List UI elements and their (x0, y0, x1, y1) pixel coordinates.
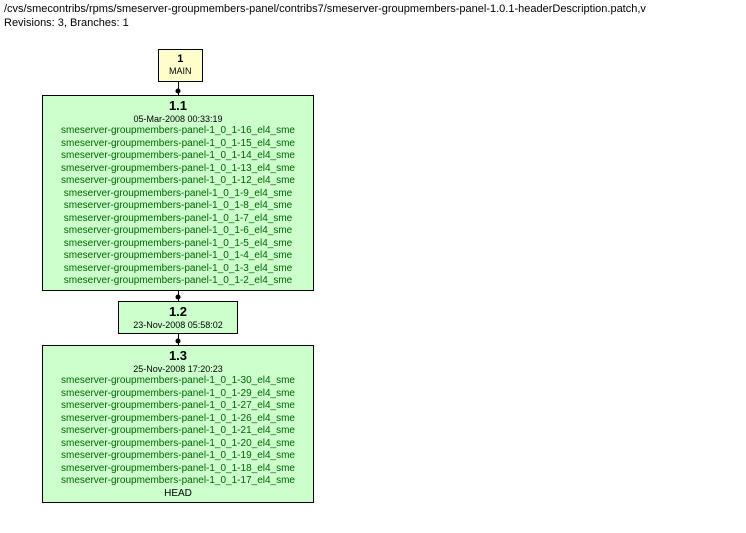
revision-tag: smeserver-groupmembers-panel-1_0_1-26_el… (49, 413, 307, 426)
revision-date: 05-Mar-2008 00:33:19 (49, 114, 307, 125)
revision-tag: smeserver-groupmembers-panel-1_0_1-5_el4… (49, 238, 307, 251)
file-path: /cvs/smecontribs/rpms/smeserver-groupmem… (4, 2, 742, 16)
revision-id: 1.2 (125, 304, 231, 320)
revision-tag: smeserver-groupmembers-panel-1_0_1-29_el… (49, 388, 307, 401)
revision-info: Revisions: 3, Branches: 1 (4, 16, 742, 30)
revision-head: HEAD (49, 488, 307, 501)
revision-tag: smeserver-groupmembers-panel-1_0_1-17_el… (49, 475, 307, 488)
revision-node-1-2[interactable]: 1.2 23-Nov-2008 05:58:02 (118, 301, 238, 335)
revision-tag: smeserver-groupmembers-panel-1_0_1-9_el4… (49, 188, 307, 201)
revision-tag: smeserver-groupmembers-panel-1_0_1-8_el4… (49, 200, 307, 213)
revision-tag: smeserver-groupmembers-panel-1_0_1-20_el… (49, 438, 307, 451)
revision-id: 1.1 (49, 98, 307, 114)
revision-tag: smeserver-groupmembers-panel-1_0_1-27_el… (49, 400, 307, 413)
revision-tag: smeserver-groupmembers-panel-1_0_1-6_el4… (49, 225, 307, 238)
branch-number: 1 (169, 53, 192, 67)
revision-tag: smeserver-groupmembers-panel-1_0_1-30_el… (49, 375, 307, 388)
branch-node[interactable]: 1 MAIN (158, 49, 203, 82)
connector-dot (176, 338, 181, 343)
revision-diagram: 1 MAIN 1.1 05-Mar-2008 00:33:19 smeserve… (0, 33, 746, 533)
revision-date: 25-Nov-2008 17:20:23 (49, 364, 307, 375)
connector-dot (176, 294, 181, 299)
revision-tag: smeserver-groupmembers-panel-1_0_1-19_el… (49, 450, 307, 463)
revision-tag: smeserver-groupmembers-panel-1_0_1-2_el4… (49, 275, 307, 288)
revision-tag: smeserver-groupmembers-panel-1_0_1-21_el… (49, 425, 307, 438)
header: /cvs/smecontribs/rpms/smeserver-groupmem… (0, 0, 746, 33)
revision-tag: smeserver-groupmembers-panel-1_0_1-3_el4… (49, 263, 307, 276)
revision-tag: smeserver-groupmembers-panel-1_0_1-13_el… (49, 163, 307, 176)
revision-tag: smeserver-groupmembers-panel-1_0_1-7_el4… (49, 213, 307, 226)
connector-dot (176, 88, 181, 93)
revision-date: 23-Nov-2008 05:58:02 (125, 320, 231, 331)
revision-id: 1.3 (49, 348, 307, 364)
branch-name: MAIN (169, 66, 192, 77)
revision-tag: smeserver-groupmembers-panel-1_0_1-12_el… (49, 175, 307, 188)
revision-tag: smeserver-groupmembers-panel-1_0_1-14_el… (49, 150, 307, 163)
revision-node-1-1[interactable]: 1.1 05-Mar-2008 00:33:19 smeserver-group… (42, 95, 314, 291)
revision-tag: smeserver-groupmembers-panel-1_0_1-18_el… (49, 463, 307, 476)
revision-node-1-3[interactable]: 1.3 25-Nov-2008 17:20:23 smeserver-group… (42, 345, 314, 504)
revision-tag: smeserver-groupmembers-panel-1_0_1-4_el4… (49, 250, 307, 263)
revision-tag: smeserver-groupmembers-panel-1_0_1-16_el… (49, 125, 307, 138)
revision-tag: smeserver-groupmembers-panel-1_0_1-15_el… (49, 138, 307, 151)
